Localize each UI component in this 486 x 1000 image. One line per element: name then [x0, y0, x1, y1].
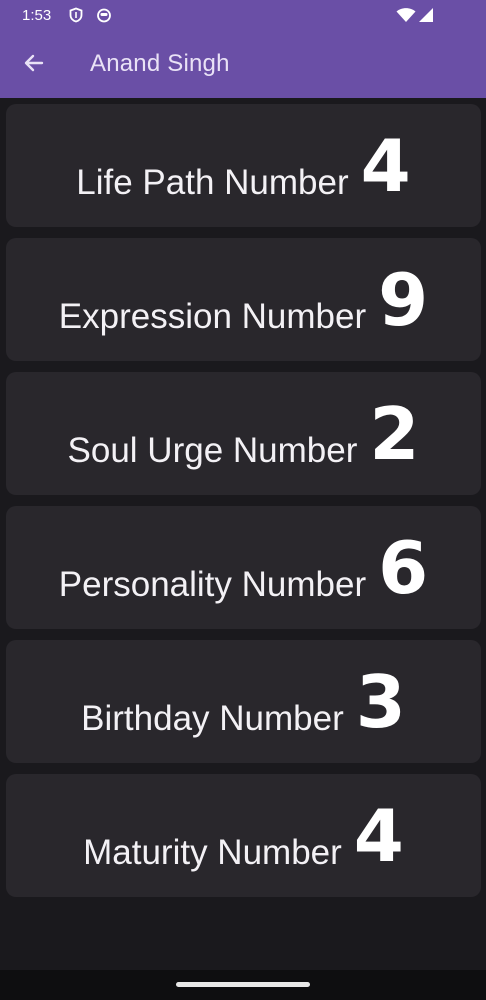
card-value: 9 [378, 258, 429, 342]
card-value: 3 [355, 660, 406, 744]
navigation-bar [0, 970, 486, 1000]
card-life-path-number[interactable]: Life Path Number 4 [6, 104, 481, 227]
card-expression-number[interactable]: Expression Number 9 [6, 238, 481, 361]
card-maturity-number[interactable]: Maturity Number 4 [6, 774, 481, 897]
card-label: Personality Number [58, 565, 367, 604]
card-value: 2 [369, 392, 420, 476]
shield-icon [68, 7, 84, 23]
arrow-back-icon [22, 51, 46, 79]
wifi-icon [396, 7, 416, 23]
back-button[interactable] [16, 47, 52, 83]
home-indicator[interactable] [176, 982, 310, 987]
card-label: Life Path Number [76, 163, 349, 202]
card-label: Maturity Number [83, 833, 342, 872]
status-time: 1:53 [22, 7, 52, 24]
card-label: Soul Urge Number [67, 431, 358, 470]
app-bar: Anand Singh [0, 32, 486, 98]
card-birthday-number[interactable]: Birthday Number 3 [6, 640, 481, 763]
card-personality-number[interactable]: Personality Number 6 [6, 506, 481, 629]
status-bar: 1:53 [0, 0, 486, 32]
card-value: 6 [378, 526, 429, 610]
app-title: Anand Singh [90, 50, 230, 77]
number-list[interactable]: Life Path Number 4 Expression Number 9 S… [0, 98, 486, 970]
card-label: Birthday Number [81, 699, 344, 738]
card-label: Expression Number [58, 297, 367, 336]
cellular-signal-icon [418, 7, 434, 23]
card-value: 4 [360, 124, 411, 208]
card-value: 4 [353, 794, 404, 878]
card-soul-urge-number[interactable]: Soul Urge Number 2 [6, 372, 481, 495]
cat-face-icon [96, 7, 112, 23]
